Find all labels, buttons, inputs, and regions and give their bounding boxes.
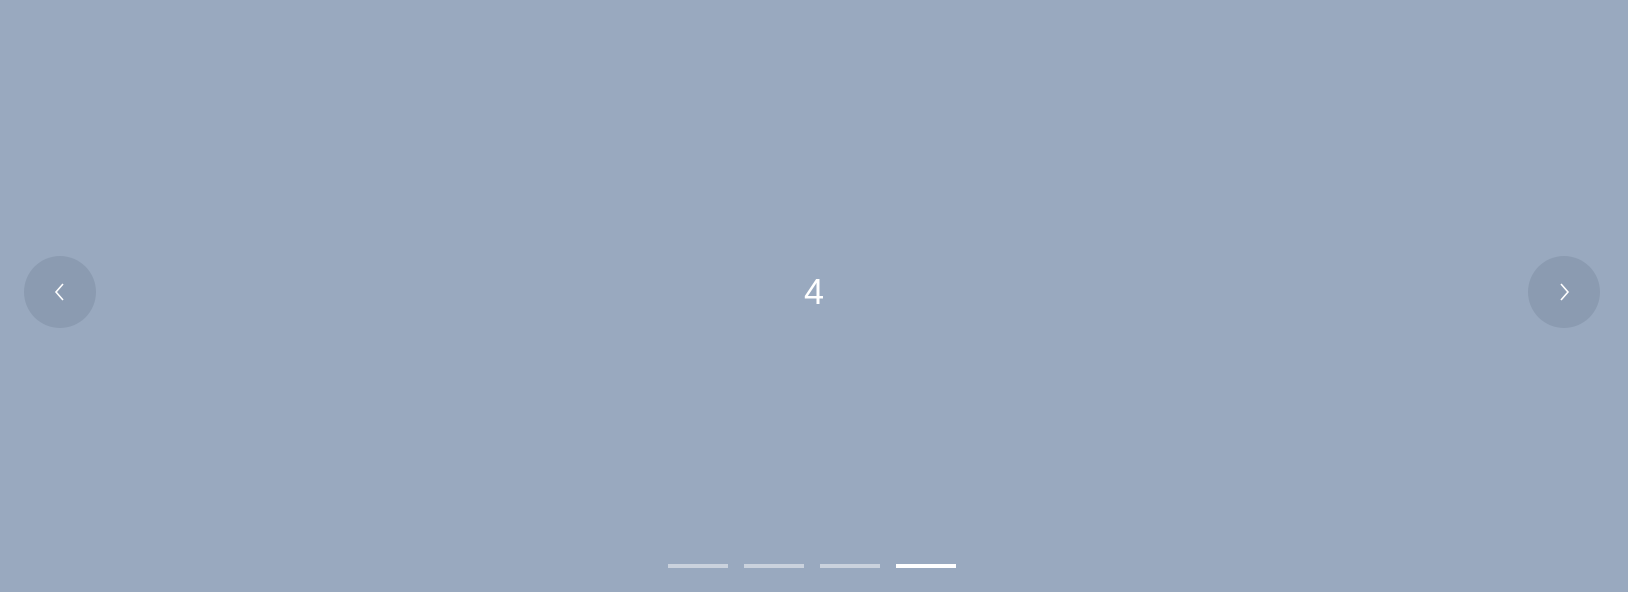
chevron-left-icon <box>54 283 64 301</box>
slide-content: 4 <box>803 271 825 312</box>
chevron-right-icon <box>1560 283 1570 301</box>
indicator-4[interactable] <box>896 564 956 568</box>
indicator-3[interactable] <box>820 564 880 568</box>
carousel: 4 <box>0 0 1628 592</box>
indicator-1[interactable] <box>668 564 728 568</box>
slide-indicators <box>668 564 956 568</box>
indicator-2[interactable] <box>744 564 804 568</box>
next-slide-button[interactable] <box>1528 256 1600 328</box>
prev-slide-button[interactable] <box>24 256 96 328</box>
